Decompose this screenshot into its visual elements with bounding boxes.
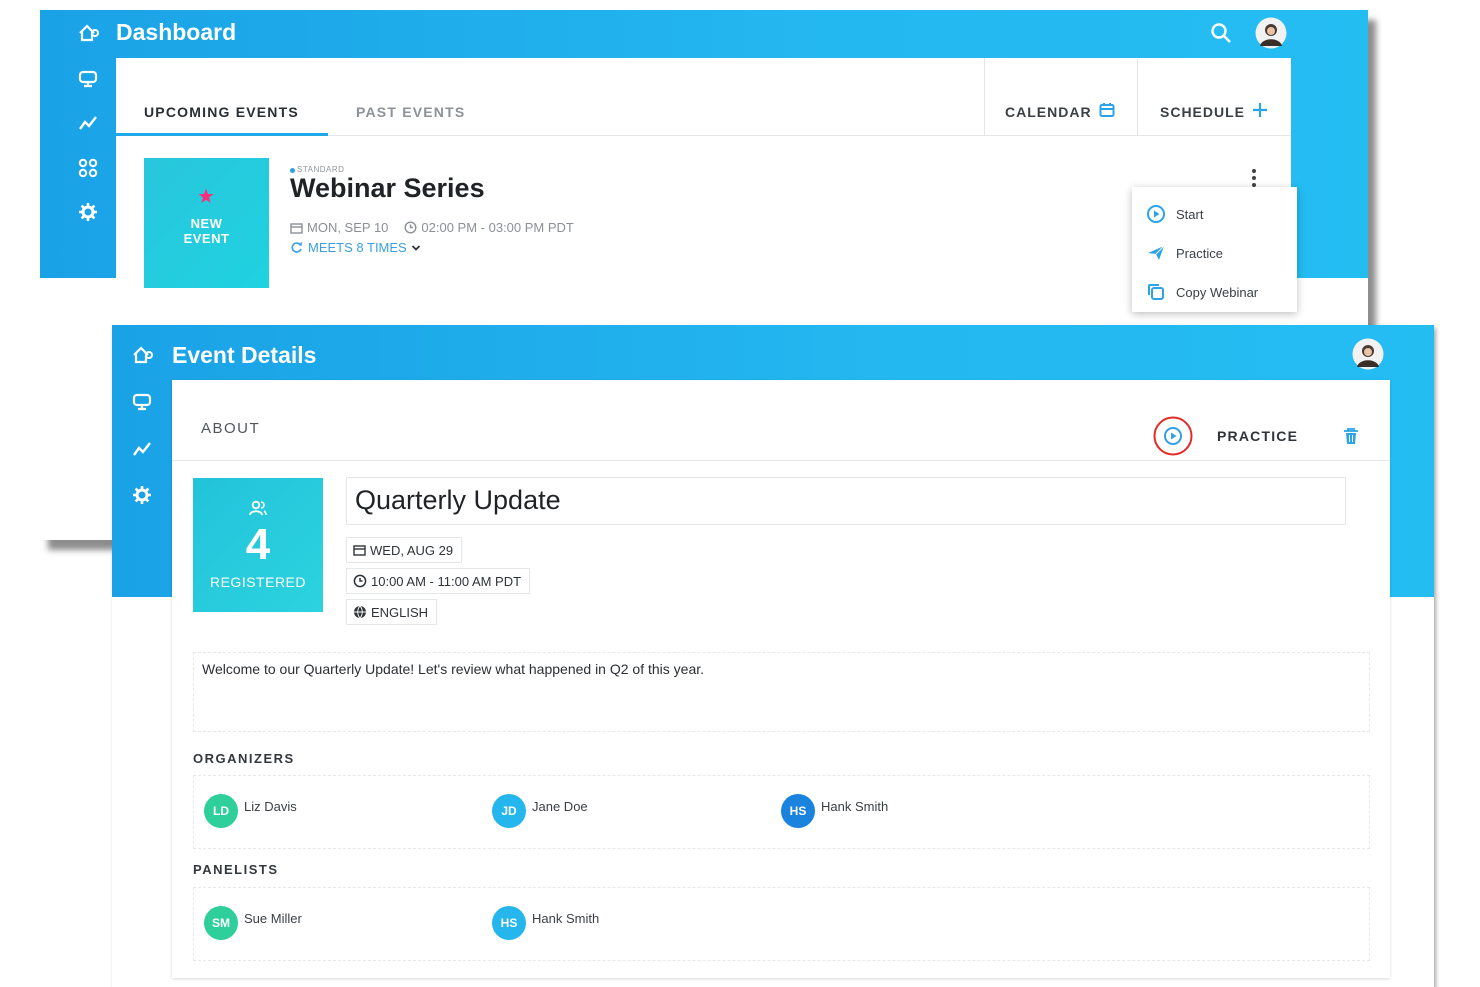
panelists-list: SM Sue Miller HS Hank Smith [193,887,1370,961]
plus-icon[interactable] [1252,102,1268,118]
globe-icon [354,605,366,619]
play-circle-icon [1147,205,1165,223]
panelist-item[interactable]: HS Hank Smith [492,906,599,940]
apps-icon[interactable] [78,158,98,178]
event-title-field[interactable]: Quarterly Update [346,477,1346,525]
practice-button[interactable]: PRACTICE [1217,428,1298,444]
event-description: Welcome to our Quarterly Update! Let's r… [202,661,705,677]
organizer-name: Liz Davis [244,798,297,814]
event-tabs: UPCOMING EVENTS PAST EVENTS CALENDAR SCH… [116,58,1291,136]
star-icon [198,188,214,204]
more-options-icon[interactable] [1251,168,1257,188]
event-options-menu: Start Practice Copy Webinar [1132,187,1297,312]
organizers-heading: ORGANIZERS [193,751,295,766]
event-language-chip: ENGLISH [346,599,438,625]
event-description-field[interactable]: Welcome to our Quarterly Update! Let's r… [193,652,1370,732]
tab-upcoming-events[interactable]: UPCOMING EVENTS [144,104,299,120]
event-datetime: MON, SEP 10 02:00 PM - 03:00 PM PDT [290,220,574,235]
avatar: LD [204,794,238,828]
event-details-window: Event Details ABOUT PRACTICE 4 REGISTERE… [112,325,1434,987]
registered-count: 4 [245,520,271,569]
menu-item-label: Practice [1176,245,1223,261]
page-title: Event Details [172,342,317,368]
clock-icon [353,574,367,588]
active-tab-indicator [116,133,328,136]
registered-label: REGISTERED [209,574,306,590]
organizer-item[interactable]: LD Liz Davis [204,794,297,828]
avatar: HS [781,794,815,828]
panelist-item[interactable]: SM Sue Miller [204,906,302,940]
avatar: JD [492,794,526,828]
thumb-line2: EVENT [183,231,230,246]
avatar: HS [492,906,526,940]
calendar-button[interactable]: CALENDAR [1005,104,1092,120]
organizers-list: LD Liz Davis JD Jane Doe HS Hank Smith [193,775,1370,849]
calendar-label: CALENDAR [1005,104,1092,120]
home-icon[interactable] [78,24,100,42]
organizer-name: Hank Smith [821,798,889,814]
event-thumbnail[interactable]: NEW EVENT [144,158,269,288]
user-avatar[interactable] [1352,338,1384,370]
start-button[interactable] [1152,415,1194,457]
event-date: WED, AUG 29 [370,542,454,558]
menu-item-label: Start [1176,206,1204,222]
monitor-icon[interactable] [132,393,152,411]
clock-icon [404,221,417,234]
event-recurrence[interactable]: MEETS 8 TIMES [290,240,421,255]
schedule-button[interactable]: SCHEDULE [1160,104,1245,120]
event-date-chip: WED, AUG 29 [346,537,463,563]
calendar-icon [353,545,366,556]
tab-about[interactable]: ABOUT [201,420,260,437]
menu-item-label: Copy Webinar [1176,284,1259,300]
chevron-down-icon[interactable] [411,244,421,252]
event-details-card: ABOUT PRACTICE 4 REGISTERED Quarterly Up… [172,380,1390,978]
event-time-chip: 10:00 AM - 11:00 AM PDT [346,568,531,594]
event-title[interactable]: Webinar Series [290,173,485,204]
copy-icon [1148,284,1164,300]
panelist-name: Hank Smith [532,910,600,926]
menu-item-start[interactable]: Start [1146,204,1203,224]
thumb-line1: NEW [190,216,223,231]
analytics-icon[interactable] [78,114,98,132]
registered-count-tile: 4 REGISTERED [193,478,323,612]
paper-plane-icon [1148,245,1165,260]
menu-item-practice[interactable]: Practice [1146,243,1223,263]
play-circle-icon [1153,416,1193,456]
divider [172,460,1390,461]
repeat-icon [291,242,302,253]
panelists-heading: PANELISTS [193,862,279,877]
analytics-icon[interactable] [132,440,152,458]
organizer-item[interactable]: HS Hank Smith [781,794,888,828]
avatar: SM [204,906,238,940]
calendar-icon [290,222,303,234]
gear-icon[interactable] [132,485,152,505]
tab-past-events[interactable]: PAST EVENTS [356,104,465,120]
gear-icon[interactable] [78,202,98,222]
users-icon [249,500,267,516]
divider [984,58,985,135]
page-title: Dashboard [116,19,237,45]
event-title: Quarterly Update [355,485,561,515]
event-time: 10:00 AM - 11:00 AM PDT [371,573,522,589]
event-thumb-text: NEW EVENT [144,216,269,246]
event-language: ENGLISH [371,604,429,620]
divider [1137,58,1138,135]
panelist-name: Sue Miller [244,910,302,926]
monitor-icon[interactable] [78,70,98,88]
user-avatar[interactable] [1255,17,1287,49]
home-icon[interactable] [132,346,154,364]
recurrence-label: MEETS 8 TIMES [308,240,407,255]
menu-item-copy-webinar[interactable]: Copy Webinar [1146,282,1258,302]
event-time: 02:00 PM - 03:00 PM PDT [421,220,574,235]
search-icon[interactable] [1210,22,1232,44]
organizer-item[interactable]: JD Jane Doe [492,794,588,828]
trash-icon[interactable] [1343,427,1359,445]
schedule-label: SCHEDULE [1160,104,1246,120]
event-date: MON, SEP 10 [307,220,389,235]
calendar-icon[interactable] [1099,102,1115,118]
organizer-name: Jane Doe [532,798,588,814]
